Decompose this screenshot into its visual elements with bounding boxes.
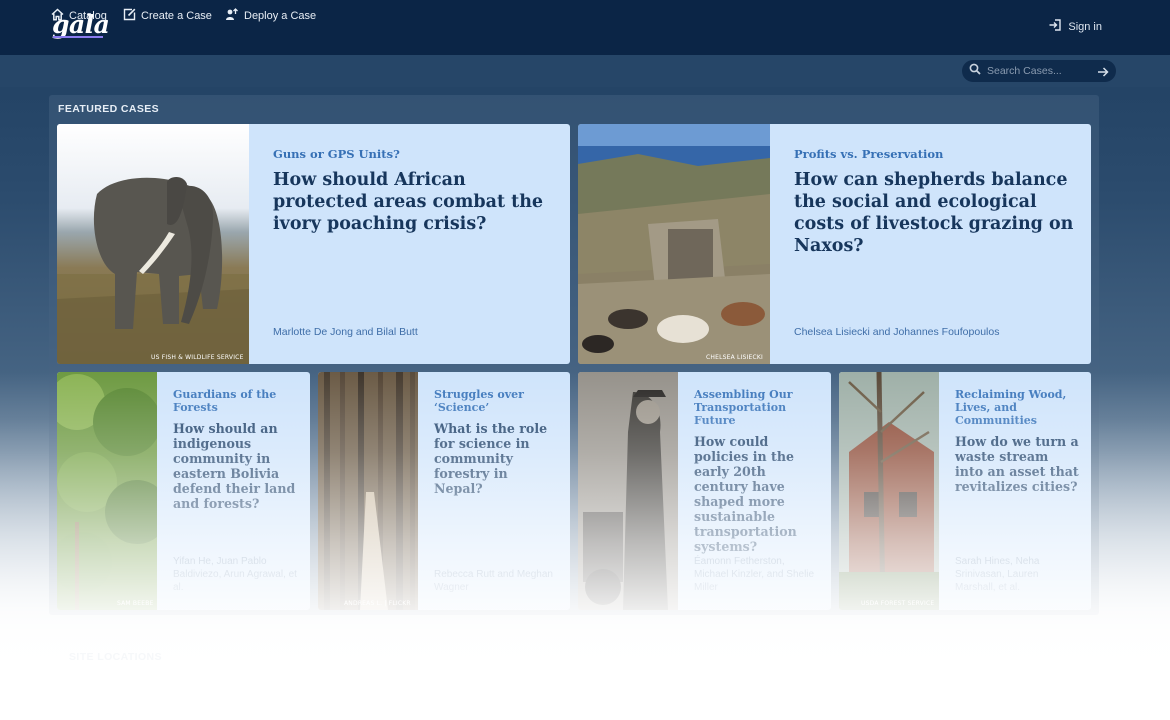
featured-cases-heading: FEATURED CASES bbox=[58, 103, 160, 115]
edit-icon bbox=[123, 8, 136, 24]
photo-credit: CHELSEA LISIECKI bbox=[706, 354, 764, 361]
logo-underline bbox=[53, 36, 103, 38]
sign-in-icon bbox=[1048, 18, 1062, 35]
case-authors: Yifan He, Juan Pablo Baldiviezo, Arun Ag… bbox=[173, 556, 297, 593]
photo-credit: US FISH & WILDLIFE SERVICE bbox=[151, 354, 244, 361]
case-authors: Rebecca Rutt and Meghan Wagner bbox=[434, 569, 553, 593]
search-input[interactable] bbox=[987, 65, 1087, 77]
case-kicker: Struggles over ‘Science’ bbox=[434, 388, 524, 414]
sign-in-link[interactable]: Sign in bbox=[1048, 18, 1102, 35]
photo-credit: SAM BEEBE bbox=[117, 600, 154, 607]
case-question: How could policies in the early 20th cen… bbox=[694, 434, 797, 554]
photo-credit: USDA FOREST SERVICE bbox=[861, 600, 935, 607]
photo-credit: ANDREAS L. | FLICKR bbox=[344, 600, 411, 607]
case-authors: Marlotte De Jong and Bilal Butt bbox=[273, 326, 418, 338]
case-card-reclaiming-wood[interactable]: USDA FOREST SERVICE Reclaiming Wood, Liv… bbox=[839, 372, 1091, 610]
nav-create-case[interactable]: Create a Case bbox=[123, 8, 212, 24]
case-card-naxos-shepherds[interactable]: CHELSEA LISIECKI Profits vs. Preservatio… bbox=[578, 124, 1091, 364]
case-authors: Chelsea Lisiecki and Johannes Foufopoulo… bbox=[794, 326, 1000, 338]
forest-canopy-photo bbox=[57, 372, 157, 610]
sign-in-label: Sign in bbox=[1068, 20, 1102, 33]
case-kicker: Assembling Our Transportation Future bbox=[694, 388, 793, 427]
site-locations-heading: SITE LOCATIONS bbox=[69, 651, 162, 663]
case-question: How should African protected areas comba… bbox=[273, 170, 544, 234]
case-question: How do we turn a waste stream into an as… bbox=[955, 434, 1079, 494]
case-kicker: Guns or GPS Units? bbox=[273, 147, 400, 161]
search-box[interactable] bbox=[962, 60, 1116, 82]
case-question: What is the role for science in communit… bbox=[434, 421, 548, 496]
case-question: How can shepherds balance the social and… bbox=[794, 170, 1074, 256]
elephant-photo bbox=[57, 124, 249, 364]
forest-path-photo bbox=[318, 372, 418, 610]
case-kicker: Guardians of the Forests bbox=[173, 388, 277, 414]
case-card-ivory-poaching[interactable]: US FISH & WILDLIFE SERVICE Guns or GPS U… bbox=[57, 124, 570, 364]
home-icon bbox=[51, 8, 64, 24]
case-kicker: Reclaiming Wood, Lives, and Communities bbox=[955, 388, 1067, 427]
case-authors: Éamonn Fetherston, Michael Kinzler, and … bbox=[694, 556, 815, 593]
nav-create-label: Create a Case bbox=[141, 10, 212, 22]
naxos-landscape-photo bbox=[578, 124, 770, 364]
search-icon bbox=[969, 62, 981, 80]
case-card-nepal-science[interactable]: ANDREAS L. | FLICKR Struggles over ‘Scie… bbox=[318, 372, 570, 610]
nav-catalog[interactable]: Catalog bbox=[51, 8, 107, 24]
case-card-bolivia-forests[interactable]: SAM BEEBE Guardians of the Forests How s… bbox=[57, 372, 310, 610]
nav-catalog-label: Catalog bbox=[69, 10, 107, 22]
case-kicker: Profits vs. Preservation bbox=[794, 147, 944, 161]
vintage-car-photo bbox=[578, 372, 678, 610]
case-authors: Sarah Hines, Neha Srinivasan, Lauren Mar… bbox=[955, 556, 1040, 593]
case-card-transportation[interactable]: Assembling Our Transportation Future How… bbox=[578, 372, 831, 610]
deploy-icon bbox=[225, 8, 239, 24]
case-question: How should an indigenous community in ea… bbox=[173, 421, 296, 511]
search-submit-arrow-icon[interactable] bbox=[1097, 65, 1109, 83]
nav-deploy-label: Deploy a Case bbox=[244, 10, 317, 22]
abandoned-house-photo bbox=[839, 372, 939, 610]
nav-deploy-case[interactable]: Deploy a Case bbox=[225, 8, 316, 24]
